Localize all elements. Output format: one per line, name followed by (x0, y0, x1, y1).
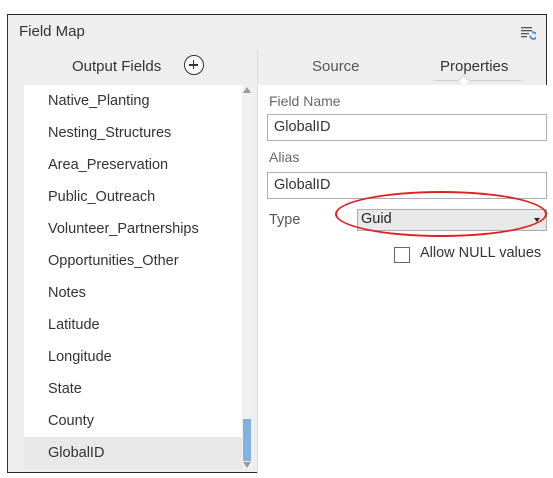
output-fields-label: Output Fields (72, 58, 162, 75)
add-field-icon[interactable] (184, 55, 204, 75)
scroll-down-icon[interactable] (243, 462, 251, 468)
properties-panel: Field Name GlobalID Alias GlobalID Type … (258, 85, 547, 473)
scroll-up-icon[interactable] (243, 87, 251, 93)
field-map-pane: Field Map Output Fields Native_Planting N… (7, 14, 547, 474)
field-name-input[interactable]: GlobalID (267, 114, 547, 141)
alias-input[interactable]: GlobalID (267, 172, 547, 199)
list-settings-icon[interactable] (520, 25, 536, 41)
allow-null-label: Allow NULL values (420, 245, 542, 261)
list-item[interactable]: Opportunities_Other (24, 245, 242, 277)
list-scrollbar[interactable] (242, 85, 252, 469)
tab-underline (434, 80, 522, 81)
allow-null-checkbox[interactable] (394, 247, 410, 263)
field-name-label: Field Name (269, 93, 341, 109)
type-selected-value: Guid (361, 211, 392, 227)
list-item[interactable]: Longitude (24, 341, 242, 373)
list-item[interactable]: Latitude (24, 309, 242, 341)
alias-label: Alias (269, 149, 300, 165)
pane-title: Field Map (19, 23, 85, 40)
pane-header: Field Map (8, 15, 546, 49)
list-item[interactable]: GlobalID (24, 437, 242, 469)
tab-properties[interactable]: Properties (440, 58, 508, 75)
chevron-down-icon[interactable] (530, 211, 545, 229)
output-fields-header: Output Fields (8, 49, 252, 83)
type-dropdown[interactable]: Guid (357, 209, 547, 231)
list-item[interactable]: Notes (24, 277, 242, 309)
scroll-thumb[interactable] (243, 419, 251, 461)
tab-source[interactable]: Source (312, 58, 360, 75)
list-item[interactable]: Volunteer_Partnerships (24, 213, 242, 245)
list-item[interactable]: Area_Preservation (24, 149, 242, 181)
output-fields-list: Native_Planting Nesting_Structures Area_Pr… (24, 85, 242, 469)
type-label: Type (269, 212, 301, 228)
list-item[interactable]: Native_Planting (24, 85, 242, 117)
list-item[interactable]: State (24, 373, 242, 405)
active-tab-caret (458, 74, 470, 86)
list-item[interactable]: Public_Outreach (24, 181, 242, 213)
list-item[interactable]: Nesting_Structures (24, 117, 242, 149)
list-item[interactable]: County (24, 405, 242, 437)
